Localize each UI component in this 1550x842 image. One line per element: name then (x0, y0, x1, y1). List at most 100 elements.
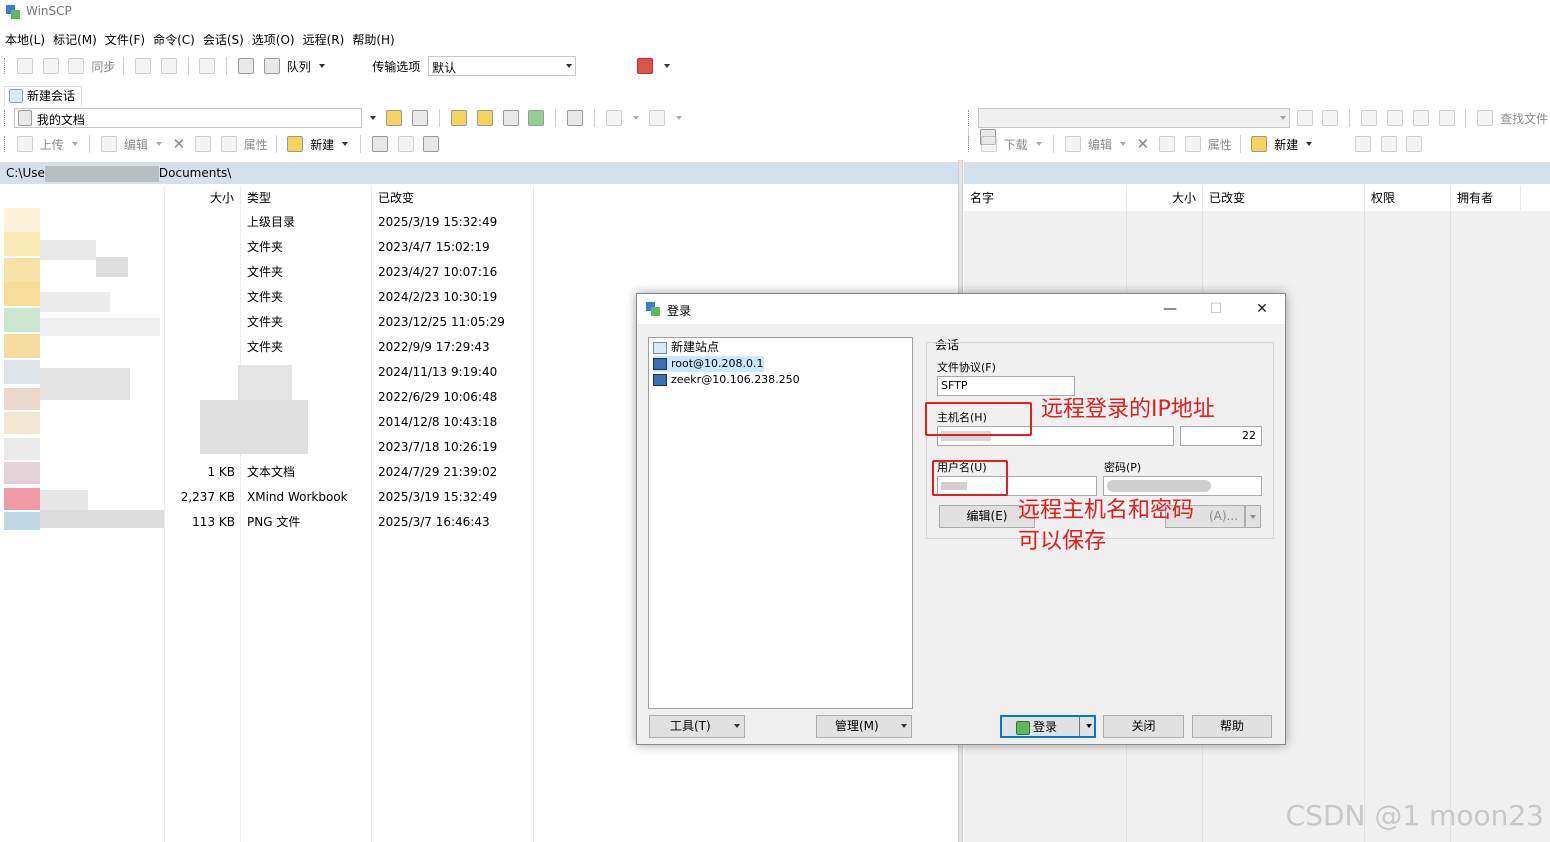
column-modified[interactable]: 已改变 (372, 186, 534, 210)
filter-select-icon[interactable] (1406, 136, 1423, 152)
new-button-label[interactable]: 新建 (310, 136, 334, 153)
select-all-icon[interactable] (371, 136, 388, 152)
menu-options[interactable]: 选项(O) (249, 30, 298, 50)
edit-icon[interactable] (1065, 136, 1082, 152)
refresh-icon[interactable] (1438, 110, 1455, 126)
find-files-button-label[interactable]: 查找文件 (1500, 110, 1548, 127)
session-connect-icon[interactable] (636, 58, 653, 74)
local-path-bar[interactable]: C:\Use Documents\ (0, 162, 958, 184)
edit-button-label[interactable]: 编辑 (124, 136, 148, 153)
chevron-down-icon[interactable] (1306, 142, 1313, 146)
manage-button[interactable]: 管理(M) (816, 715, 912, 738)
refresh-icon[interactable] (528, 110, 545, 126)
column-size[interactable]: 大小 (165, 186, 241, 210)
local-location-select[interactable]: 我的文档 (13, 108, 362, 128)
chevron-down-icon[interactable] (632, 116, 639, 120)
filter-icon[interactable] (1322, 110, 1339, 126)
chevron-down-icon[interactable] (342, 142, 349, 146)
menu-help[interactable]: 帮助(H) (349, 30, 397, 50)
properties-icon[interactable] (1184, 136, 1201, 152)
column-type[interactable]: 类型 (241, 186, 372, 210)
password-input[interactable] (1103, 476, 1262, 496)
download-button-label[interactable]: 下载 (1004, 136, 1028, 153)
open-folder-icon[interactable] (1296, 110, 1313, 126)
chevron-down-icon[interactable] (663, 64, 670, 68)
menu-local[interactable]: 本地(L) (2, 30, 48, 50)
home-icon[interactable] (1412, 110, 1429, 126)
delete-icon[interactable]: ✕ (173, 135, 186, 153)
sync-icon[interactable] (68, 58, 85, 74)
parent-directory-icon[interactable] (1361, 110, 1378, 126)
queue-dropdown-arrow-icon[interactable] (318, 64, 325, 68)
site-item-root[interactable]: root@10.208.0.1 (653, 356, 764, 372)
new-folder-icon[interactable] (1251, 136, 1268, 152)
edit-button-label[interactable]: 编辑 (1088, 136, 1112, 153)
compare-icon[interactable] (16, 58, 33, 74)
delete-icon[interactable]: ✕ (1137, 135, 1150, 153)
close-button[interactable]: 关闭 (1103, 715, 1184, 738)
download-icon[interactable] (980, 136, 997, 152)
unselect-icon[interactable] (1380, 136, 1397, 152)
site-item-zeekr[interactable]: zeekr@10.106.238.250 (653, 372, 800, 388)
upload-icon[interactable] (16, 136, 33, 152)
new-folder-icon[interactable] (287, 136, 304, 152)
minimize-button[interactable]: — (1147, 294, 1193, 324)
home-icon[interactable] (502, 110, 519, 126)
synchronize-browse-icon[interactable] (42, 58, 59, 74)
edit-icon[interactable] (101, 136, 118, 152)
queue-button-label[interactable]: 队列 (287, 58, 311, 75)
parent-directory-icon[interactable] (450, 110, 467, 126)
column-modified[interactable]: 已改变 (1203, 186, 1365, 210)
menu-remote[interactable]: 远程(R) (300, 30, 348, 50)
column-rights[interactable]: 权限 (1365, 186, 1451, 210)
sync-button-label[interactable]: 同步 (91, 58, 115, 75)
rename-icon[interactable] (1159, 136, 1176, 152)
root-directory-icon[interactable] (1386, 110, 1403, 126)
keep-up-to-date-icon[interactable] (199, 58, 216, 74)
back-arrow-icon[interactable] (605, 110, 622, 126)
protocol-select[interactable]: SFTP (937, 376, 1075, 396)
maximize-button[interactable]: ☐ (1193, 294, 1239, 324)
find-files-icon[interactable] (567, 110, 584, 126)
queue-icon[interactable] (263, 58, 280, 74)
remote-location-select[interactable] (977, 108, 1290, 128)
login-button[interactable]: 登录 (1000, 715, 1096, 738)
preferences-gear-icon[interactable] (238, 58, 255, 74)
chevron-down-icon[interactable] (676, 116, 683, 120)
menu-commands[interactable]: 命令(C) (150, 30, 198, 50)
close-window-button[interactable]: ✕ (1239, 294, 1285, 324)
tools-button[interactable]: 工具(T) (649, 715, 745, 738)
chevron-down-icon[interactable] (71, 142, 78, 146)
transfer-options-select[interactable]: 默认 (428, 56, 577, 76)
unselect-icon[interactable] (397, 136, 414, 152)
chevron-down-icon[interactable] (1119, 142, 1126, 146)
find-files-icon[interactable] (1477, 110, 1494, 126)
select-all-icon[interactable] (1354, 136, 1371, 152)
advanced-dropdown[interactable] (1245, 505, 1261, 528)
column-owner[interactable]: 拥有者 (1451, 186, 1521, 210)
rename-icon[interactable] (195, 136, 212, 152)
remote-path-bar[interactable] (964, 162, 1550, 184)
properties-button-label[interactable]: 属性 (244, 136, 268, 153)
forward-arrow-icon[interactable] (649, 110, 666, 126)
upload-button-label[interactable]: 上传 (40, 136, 64, 153)
site-item-new[interactable]: 新建站点 (653, 339, 719, 355)
root-directory-icon[interactable] (476, 110, 493, 126)
chevron-down-icon[interactable] (369, 116, 376, 120)
menu-mark[interactable]: 标记(M) (50, 30, 100, 50)
filter-select-icon[interactable] (423, 136, 440, 152)
properties-icon[interactable] (220, 136, 237, 152)
chevron-down-icon[interactable] (1035, 142, 1042, 146)
open-folder-icon[interactable] (386, 110, 403, 126)
filter-icon[interactable] (412, 110, 429, 126)
new-button-label[interactable]: 新建 (1274, 136, 1298, 153)
column-size[interactable]: 大小 (1127, 186, 1203, 210)
chevron-down-icon[interactable] (155, 142, 162, 146)
tab-new-session[interactable]: 新建会话 (4, 86, 83, 106)
console-icon[interactable] (134, 58, 151, 74)
help-button[interactable]: 帮助 (1192, 715, 1272, 738)
menu-file[interactable]: 文件(F) (102, 30, 148, 50)
port-input[interactable]: 22 (1180, 426, 1262, 446)
properties-button-label[interactable]: 属性 (1208, 136, 1232, 153)
site-tree[interactable]: 新建站点 root@10.208.0.1 zeekr@10.106.238.25… (648, 337, 913, 709)
